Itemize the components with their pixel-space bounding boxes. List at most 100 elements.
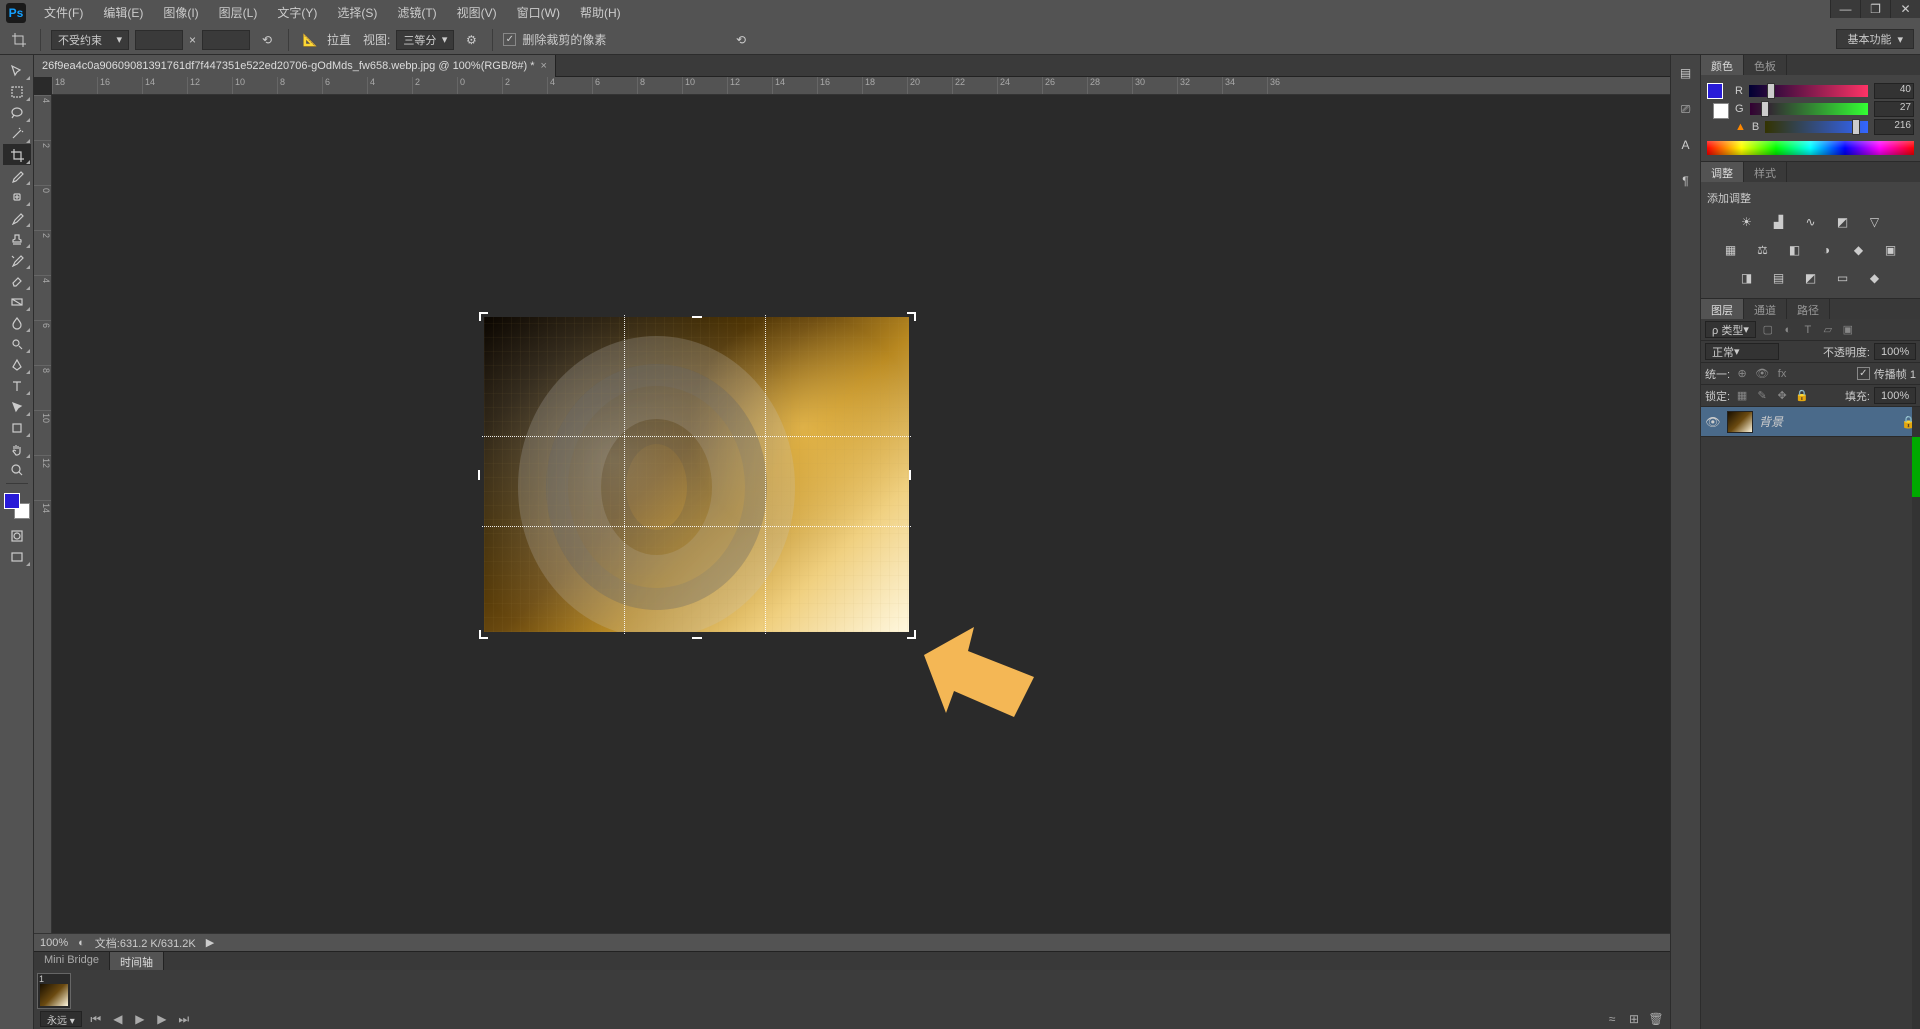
crop-width-input[interactable]: [135, 30, 183, 50]
scrollbar[interactable]: [1912, 407, 1920, 1029]
reset-crop-button[interactable]: ⟲: [730, 29, 752, 51]
tab-channels[interactable]: 通道: [1744, 299, 1787, 319]
screenmode-toggle[interactable]: [3, 546, 31, 567]
delete-frame-button[interactable]: 🗑: [1648, 1011, 1664, 1027]
tab-timeline[interactable]: 时间轴: [110, 952, 164, 970]
gradient-map-icon[interactable]: ▭: [1833, 268, 1853, 288]
lock-paint-icon[interactable]: ✎: [1754, 388, 1770, 404]
brush-tool[interactable]: [3, 207, 31, 228]
last-frame-button[interactable]: ⏭: [176, 1011, 192, 1027]
blur-tool[interactable]: [3, 312, 31, 333]
layer-list[interactable]: 👁 背景 🔒: [1701, 407, 1920, 1029]
channel-mixer-icon[interactable]: ◆: [1849, 240, 1869, 260]
tab-layers[interactable]: 图层: [1701, 299, 1744, 319]
brightness-icon[interactable]: ☀: [1737, 212, 1757, 232]
close-tab-icon[interactable]: ×: [541, 60, 547, 72]
tab-adjustments[interactable]: 调整: [1701, 162, 1744, 182]
levels-icon[interactable]: ▟: [1769, 212, 1789, 232]
gradient-tool[interactable]: [3, 291, 31, 312]
color-spectrum[interactable]: [1707, 141, 1914, 155]
lock-all-icon[interactable]: 🔒: [1794, 388, 1810, 404]
minimize-button[interactable]: —: [1830, 0, 1860, 18]
menu-window[interactable]: 窗口(W): [509, 2, 568, 23]
eyedropper-tool[interactable]: [3, 165, 31, 186]
tab-swatches[interactable]: 色板: [1744, 55, 1787, 75]
menu-edit[interactable]: 编辑(E): [95, 2, 151, 23]
unify-style-icon[interactable]: fx: [1774, 366, 1790, 382]
crop-tool-icon[interactable]: [8, 29, 30, 51]
status-icon[interactable]: ◐: [78, 937, 85, 949]
canvas[interactable]: [484, 317, 909, 632]
menu-layer[interactable]: 图层(L): [211, 2, 266, 23]
tab-paths[interactable]: 路径: [1787, 299, 1830, 319]
hand-tool[interactable]: [3, 438, 31, 459]
menu-view[interactable]: 视图(V): [449, 2, 505, 23]
tab-styles[interactable]: 样式: [1744, 162, 1787, 182]
propagate-checkbox[interactable]: ✓: [1857, 367, 1870, 380]
unify-pos-icon[interactable]: ⊕: [1734, 366, 1750, 382]
timeline-frame[interactable]: 1: [37, 973, 71, 1009]
unify-vis-icon[interactable]: 👁: [1754, 366, 1770, 382]
curves-icon[interactable]: ∿: [1801, 212, 1821, 232]
menu-help[interactable]: 帮助(H): [572, 2, 629, 23]
g-value[interactable]: 27: [1874, 101, 1914, 117]
visibility-toggle[interactable]: 👁: [1705, 414, 1721, 430]
aspect-preset-dropdown[interactable]: 不受约束▾: [51, 30, 129, 50]
shape-tool[interactable]: [3, 417, 31, 438]
new-frame-button[interactable]: ⊞: [1626, 1011, 1642, 1027]
delete-cropped-checkbox[interactable]: ✓: [503, 33, 516, 46]
healing-tool[interactable]: [3, 186, 31, 207]
lasso-tool[interactable]: [3, 102, 31, 123]
close-button[interactable]: ✕: [1890, 0, 1920, 18]
r-slider[interactable]: [1749, 85, 1868, 97]
document-info[interactable]: 文档:631.2 K/631.2K: [95, 935, 196, 951]
bw-icon[interactable]: ◧: [1785, 240, 1805, 260]
crop-tool[interactable]: [3, 144, 31, 165]
hue-icon[interactable]: ▦: [1721, 240, 1741, 260]
b-value[interactable]: 216: [1874, 119, 1914, 135]
b-slider[interactable]: [1765, 121, 1868, 133]
zoom-level[interactable]: 100%: [40, 937, 68, 949]
clear-button[interactable]: ⟲: [256, 29, 278, 51]
tab-color[interactable]: 颜色: [1701, 55, 1744, 75]
lock-pos-icon[interactable]: ✥: [1774, 388, 1790, 404]
photo-filter-icon[interactable]: ◑: [1817, 240, 1837, 260]
properties-panel-icon[interactable]: ⎚: [1674, 97, 1698, 121]
play-button[interactable]: ▶: [132, 1011, 148, 1027]
threshold-icon[interactable]: ◩: [1801, 268, 1821, 288]
overlay-view-dropdown[interactable]: 三等分▾: [396, 30, 454, 50]
posterize-icon[interactable]: ▤: [1769, 268, 1789, 288]
invert-icon[interactable]: ◨: [1737, 268, 1757, 288]
type-tool[interactable]: [3, 375, 31, 396]
filter-shape-icon[interactable]: ▱: [1820, 322, 1836, 338]
menu-image[interactable]: 图像(I): [155, 2, 206, 23]
filter-type-icon[interactable]: T: [1800, 322, 1816, 338]
scrollbar-thumb[interactable]: [1912, 437, 1920, 497]
menu-file[interactable]: 文件(F): [36, 2, 91, 23]
straighten-icon[interactable]: 📐: [299, 29, 321, 51]
g-slider[interactable]: [1750, 103, 1868, 115]
color-swatches[interactable]: [4, 493, 30, 519]
opacity-input[interactable]: 100%: [1874, 343, 1916, 360]
layer-name[interactable]: 背景: [1759, 413, 1783, 430]
move-tool[interactable]: [3, 60, 31, 81]
crop-options-gear-icon[interactable]: ⚙: [460, 29, 482, 51]
loop-dropdown[interactable]: 永远 ▾: [40, 1011, 82, 1027]
pen-tool[interactable]: [3, 354, 31, 375]
menu-filter[interactable]: 滤镜(T): [389, 2, 444, 23]
history-panel-icon[interactable]: ▤: [1674, 61, 1698, 85]
r-value[interactable]: 40: [1874, 83, 1914, 99]
vibrance-icon[interactable]: ▽: [1865, 212, 1885, 232]
workspace-switcher[interactable]: 基本功能 ▾: [1836, 29, 1914, 49]
zoom-tool[interactable]: [3, 459, 31, 480]
marquee-tool[interactable]: [3, 81, 31, 102]
dodge-tool[interactable]: [3, 333, 31, 354]
stamp-tool[interactable]: [3, 228, 31, 249]
filter-pixel-icon[interactable]: ▢: [1760, 322, 1776, 338]
path-select-tool[interactable]: [3, 396, 31, 417]
filter-adj-icon[interactable]: ◐: [1780, 322, 1796, 338]
paragraph-panel-icon[interactable]: ¶: [1674, 169, 1698, 193]
blend-mode-dropdown[interactable]: 正常 ▾: [1705, 343, 1779, 360]
lock-trans-icon[interactable]: ▦: [1734, 388, 1750, 404]
layer-row[interactable]: 👁 背景 🔒: [1701, 407, 1920, 437]
